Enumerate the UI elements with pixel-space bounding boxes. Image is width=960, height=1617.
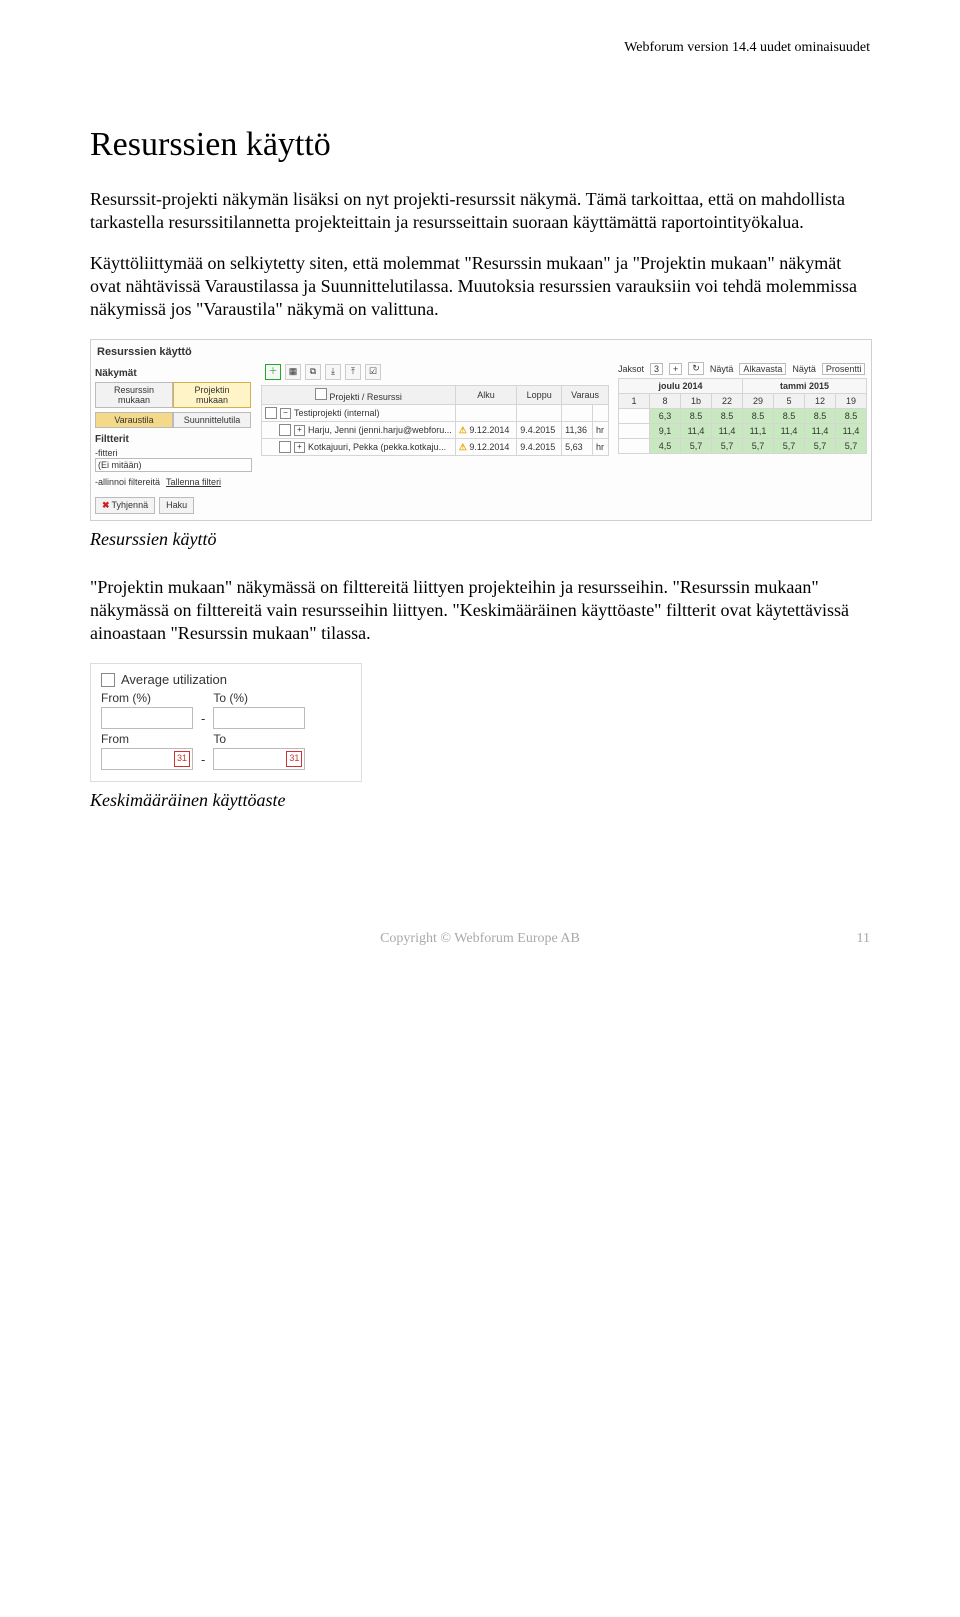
checklist-icon[interactable]: ☑ (365, 364, 381, 380)
tree-root[interactable]: Testiprojekti (internal) (294, 408, 380, 418)
sidebar-label-filters: Filtterit (95, 434, 252, 445)
header-product: Webforum version 14.4 uudet ominaisuudet (90, 40, 870, 56)
screenshot-resource-utilization: Resurssien käyttö Näkymät Resurssin muka… (90, 339, 872, 521)
toolbar: ＋ ▦ ⧉ ⤓ ⤒ ☑ (261, 362, 609, 382)
from-pct-input[interactable] (101, 707, 193, 729)
filter-topic-label: -fitteri (95, 448, 252, 458)
x-icon: ✖ (102, 500, 110, 510)
periods-value[interactable]: 3 (650, 363, 663, 375)
month-2: tammi 2015 (743, 379, 867, 394)
page-number: 11 (857, 931, 870, 947)
resource-name[interactable]: Kotkajuuri, Pekka (pekka.kotkaju... (308, 442, 446, 452)
filter-select[interactable]: (Ei mitään) (95, 458, 252, 472)
expand-icon[interactable]: + (294, 442, 305, 453)
warning-icon: ⚠ (459, 442, 467, 452)
average-utilization-title: Average utilization (121, 672, 227, 687)
sidebar-label-views: Näkymät (95, 368, 252, 379)
tab-booking-mode[interactable]: Varaustila (95, 412, 173, 428)
add-icon[interactable]: ＋ (265, 364, 281, 380)
timeline-table: joulu 2014 tammi 2015 1 8 1b 22 29 5 12 … (618, 378, 867, 454)
screenshot-average-utilization: Average utilization From (%) - To (%) Fr… (90, 663, 362, 782)
sidebar: Näkymät Resurssin mukaan Projektin mukaa… (91, 360, 256, 520)
collapse-icon[interactable]: − (280, 408, 291, 419)
manage-filters-link[interactable]: -allinnoi filtereitä (95, 477, 160, 487)
page-title: Resurssien käyttö (90, 126, 870, 164)
from-pct-label: From (%) (101, 691, 193, 705)
select-all-checkbox[interactable] (315, 388, 327, 400)
col-project: Projekti / Resurssi (329, 392, 402, 402)
caption-1: Resurssien käyttö (90, 529, 870, 550)
calendar-icon[interactable]: 31 (174, 751, 190, 767)
plus-button[interactable]: + (669, 363, 682, 375)
paragraph-1: Resurssit-projekti näkymän lisäksi on ny… (90, 188, 870, 234)
dash: - (201, 711, 205, 729)
paragraph-3: "Projektin mukaan" näkymässä on filttere… (90, 576, 870, 645)
refresh-icon[interactable]: ↻ (688, 362, 704, 375)
clear-button[interactable]: ✖Tyhjennä (95, 497, 155, 514)
unit-select[interactable]: Prosentti (822, 363, 866, 375)
tab-by-project[interactable]: Projektin mukaan (173, 382, 251, 408)
export-icon[interactable]: ⤒ (345, 364, 361, 380)
search-button[interactable]: Haku (159, 497, 194, 514)
copy-icon[interactable]: ⧉ (305, 364, 321, 380)
tab-planning-mode[interactable]: Suunnittelutila (173, 412, 251, 428)
show-label: Näytä (710, 364, 734, 374)
tab-by-resource[interactable]: Resurssin mukaan (95, 382, 173, 408)
warning-icon: ⚠ (459, 425, 467, 435)
from-date-label: From (101, 732, 193, 746)
unit-label: Näytä (792, 364, 816, 374)
periods-label: Jaksot (618, 364, 644, 374)
expand-icon[interactable]: + (294, 425, 305, 436)
row-checkbox[interactable] (279, 441, 291, 453)
show-from-select[interactable]: Alkavasta (739, 363, 786, 375)
save-filter-link[interactable]: Tallenna filteri (166, 477, 221, 487)
project-tree-panel: ＋ ▦ ⧉ ⤓ ⤒ ☑ Projekti / Resurssi Alku Lop… (261, 360, 609, 462)
calendar-icon[interactable]: 31 (286, 751, 302, 767)
col-end: Loppu (517, 386, 562, 405)
to-pct-input[interactable] (213, 707, 305, 729)
timeline-panel: Jaksot 3 + ↻ Näytä Alkavasta Näytä Prose… (614, 360, 871, 460)
paragraph-2: Käyttöliittymää on selkiytetty siten, et… (90, 252, 870, 321)
month-1: joulu 2014 (619, 379, 743, 394)
caption-2: Keskimääräinen käyttöaste (90, 790, 870, 811)
average-utilization-checkbox[interactable] (101, 673, 115, 687)
col-booking: Varaus (562, 386, 609, 405)
to-pct-label: To (%) (213, 691, 305, 705)
to-date-label: To (213, 732, 305, 746)
table-icon[interactable]: ▦ (285, 364, 301, 380)
import-icon[interactable]: ⤓ (325, 364, 341, 380)
row-checkbox[interactable] (265, 407, 277, 419)
col-start: Alku (455, 386, 517, 405)
app-title: Resurssien käyttö (91, 340, 871, 360)
resource-name[interactable]: Harju, Jenni (jenni.harju@webforu... (308, 425, 452, 435)
footer-copyright: Copyright © Webforum Europe AB (380, 931, 580, 947)
row-checkbox[interactable] (279, 424, 291, 436)
dash: - (201, 752, 205, 770)
